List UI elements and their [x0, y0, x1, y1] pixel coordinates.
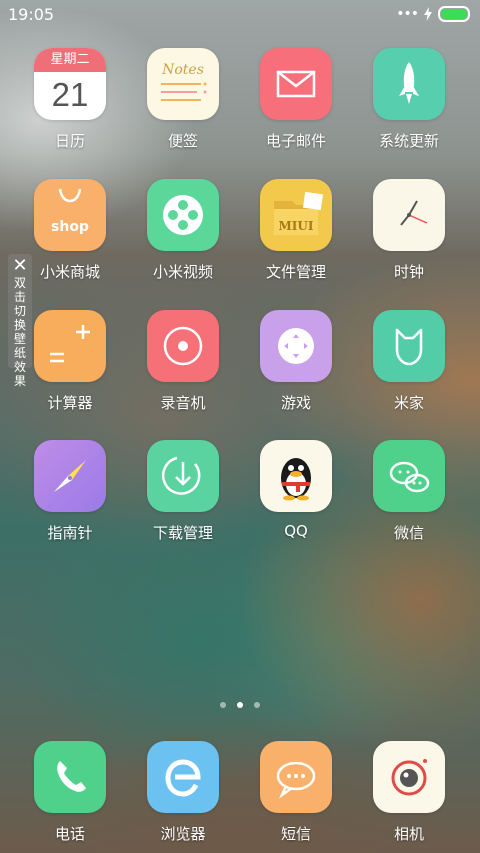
app-system-update[interactable]: 系统更新: [359, 48, 459, 158]
gamepad-icon: [260, 310, 332, 382]
dock-messages[interactable]: 短信: [246, 741, 346, 851]
app-qq[interactable]: QQ: [246, 440, 346, 550]
tip-char: 壁: [13, 332, 26, 346]
app-label: 录音机: [160, 394, 206, 412]
app-calculator[interactable]: 计算器: [20, 310, 120, 420]
page-dot-current[interactable]: [237, 702, 243, 708]
calendar-day: 21: [51, 76, 89, 113]
tip-char: 击: [13, 290, 26, 304]
app-label: 小米视频: [152, 263, 213, 281]
notes-icon: Notes: [147, 48, 219, 120]
app-label: 微信: [393, 524, 424, 542]
app-label: 浏览器: [160, 825, 206, 843]
status-time: 19:05: [8, 5, 55, 24]
calendar-icon: 星期二 21: [34, 48, 106, 120]
app-label: 短信: [280, 825, 311, 843]
app-recorder[interactable]: 录音机: [133, 310, 233, 420]
dock-camera[interactable]: 相机: [359, 741, 459, 851]
app-label: 下载管理: [152, 524, 213, 542]
app-label: 计算器: [47, 394, 93, 412]
calculator-icon: [34, 310, 106, 382]
browser-icon: [147, 741, 219, 813]
message-bubble-icon: [260, 741, 332, 813]
tip-char: 双: [13, 276, 26, 290]
app-mijia[interactable]: 米家: [359, 310, 459, 420]
shop-text: shop: [51, 219, 89, 235]
close-icon[interactable]: ✕: [8, 256, 32, 276]
app-label: 文件管理: [265, 263, 326, 281]
film-reel-icon: [147, 179, 219, 251]
tip-char: 纸: [13, 346, 26, 360]
rocket-icon: [373, 48, 445, 120]
app-mi-video[interactable]: 小米视频: [133, 179, 233, 289]
miui-text: MIUI: [278, 219, 314, 233]
download-icon: [147, 440, 219, 512]
app-label: 指南针: [47, 524, 93, 542]
more-dots-icon: •••: [396, 6, 419, 22]
app-label: QQ: [284, 522, 308, 540]
dock-browser[interactable]: 浏览器: [133, 741, 233, 851]
shopping-bag-icon: shop: [34, 179, 106, 251]
tip-char: 效: [13, 360, 26, 374]
notes-lines-icon: [161, 82, 207, 101]
camera-icon: [373, 741, 445, 813]
tip-char: 果: [13, 374, 26, 388]
app-email[interactable]: 电子邮件: [246, 48, 346, 158]
app-label: 米家: [393, 394, 424, 412]
app-label: 游戏: [280, 394, 311, 412]
page-indicator: [0, 702, 480, 708]
battery-icon: [438, 6, 470, 22]
dock-phone[interactable]: 电话: [20, 741, 120, 851]
app-clock[interactable]: 时钟: [359, 179, 459, 289]
notes-title: Notes: [162, 62, 204, 78]
app-compass[interactable]: 指南针: [20, 440, 120, 550]
app-label: 便签: [167, 132, 198, 150]
app-label: 电话: [54, 825, 85, 843]
status-bar: 19:05 •••: [0, 0, 480, 28]
wallpaper-effect-tip[interactable]: ✕ 双 击 切 换 壁 纸 效 果: [8, 254, 32, 388]
compass-icon: [34, 440, 106, 512]
wechat-icon: [373, 440, 445, 512]
app-label: 时钟: [393, 263, 424, 281]
app-calendar[interactable]: 星期二 21 日历: [20, 48, 120, 158]
status-icons: •••: [396, 6, 470, 22]
app-file-manager[interactable]: MIUI 文件管理: [246, 179, 346, 289]
page-dot[interactable]: [220, 702, 226, 708]
folder-icon: MIUI: [260, 179, 332, 251]
penguin-icon: [260, 440, 332, 512]
page-dot[interactable]: [254, 702, 260, 708]
app-mi-store[interactable]: shop 小米商城: [20, 179, 120, 289]
charging-bolt-icon: [424, 7, 432, 21]
app-downloads[interactable]: 下载管理: [133, 440, 233, 550]
mijia-icon: [373, 310, 445, 382]
clock-icon: [373, 179, 445, 251]
app-games[interactable]: 游戏: [246, 310, 346, 420]
phone-icon: [34, 741, 106, 813]
app-label: 系统更新: [378, 132, 439, 150]
app-label: 日历: [54, 132, 85, 150]
app-notes[interactable]: Notes 便签: [133, 48, 233, 158]
tip-char: 切: [13, 304, 26, 318]
home-screen: 19:05 ••• 星期二 21 日历 Notes 便签 电子邮件 系统更新 s…: [0, 0, 480, 853]
app-wechat[interactable]: 微信: [359, 440, 459, 550]
app-label: 电子邮件: [265, 132, 326, 150]
record-icon: [147, 310, 219, 382]
app-label: 相机: [393, 825, 424, 843]
calendar-weekday: 星期二: [34, 48, 106, 72]
mail-icon: [260, 48, 332, 120]
tip-char: 换: [13, 318, 26, 332]
